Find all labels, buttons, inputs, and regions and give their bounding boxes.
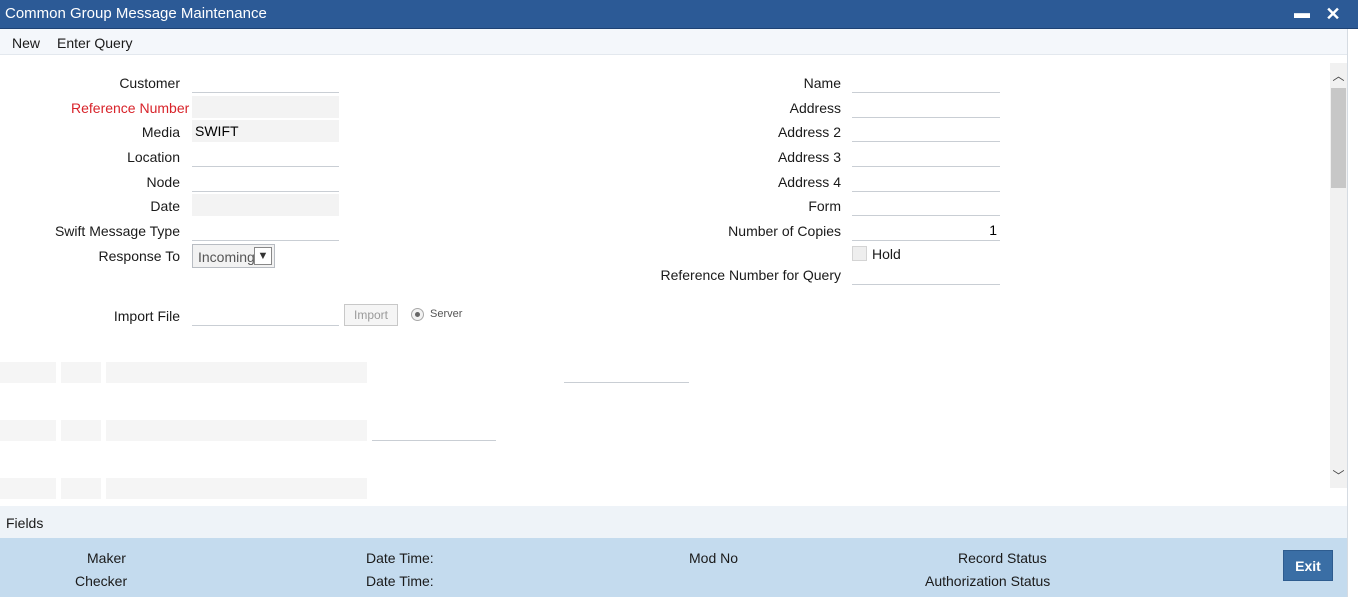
name-label: Name: [803, 75, 841, 91]
address-input[interactable]: [852, 96, 1000, 118]
checker-date-time-label: Date Time:: [366, 573, 434, 589]
placeholder-cell: [106, 420, 367, 441]
chevron-up-icon[interactable]: ︿: [1330, 67, 1347, 85]
address4-input[interactable]: [852, 170, 1000, 192]
address2-input[interactable]: [852, 120, 1000, 142]
address3-label: Address 3: [777, 149, 841, 165]
response-to-value: Incoming: [198, 249, 255, 265]
import-file-input[interactable]: [192, 304, 339, 326]
hold-label: Hold: [872, 246, 901, 262]
server-radio-label: Server: [430, 308, 463, 320]
exit-button[interactable]: Exit: [1283, 550, 1333, 581]
address2-label: Address 2: [777, 124, 841, 140]
reference-number-for-query-input[interactable]: [852, 263, 1000, 285]
placeholder-line: [564, 382, 689, 383]
hold-checkbox[interactable]: [852, 246, 867, 261]
address3-input[interactable]: [852, 145, 1000, 167]
import-button[interactable]: Import: [344, 304, 398, 326]
mod-no-label: Mod No: [689, 550, 739, 566]
checker-label: Checker: [75, 573, 128, 589]
placeholder-cell: [106, 362, 367, 383]
fields-bar: Fields: [0, 506, 1347, 538]
window-edge: [1347, 29, 1358, 597]
import-file-label: Import File: [113, 308, 180, 324]
number-of-copies-label: Number of Copies: [728, 223, 841, 239]
form-label: Form: [808, 198, 841, 214]
close-icon[interactable]: ✕: [1323, 4, 1343, 24]
placeholder-cell: [0, 478, 56, 499]
address4-label: Address 4: [777, 174, 841, 190]
number-of-copies-input[interactable]: [852, 219, 1000, 241]
scrollbar-thumb[interactable]: [1331, 88, 1346, 188]
window-title: Common Group Message Maintenance: [5, 5, 267, 22]
placeholder-line: [372, 440, 496, 441]
enter-query-menu-item[interactable]: Enter Query: [57, 35, 132, 51]
new-menu-item[interactable]: New: [12, 35, 40, 51]
chevron-down-icon[interactable]: ▼: [254, 247, 272, 265]
placeholder-cell: [106, 478, 367, 499]
placeholder-cell: [0, 362, 56, 383]
placeholder-cell: [61, 478, 101, 499]
authorization-status-label: Authorization Status: [925, 573, 1051, 589]
audit-footer: Maker Checker Date Time: Date Time: Mod …: [0, 538, 1347, 597]
menu-bar: New Enter Query: [0, 29, 1347, 55]
maker-date-time-label: Date Time:: [366, 550, 434, 566]
fields-link[interactable]: Fields: [6, 515, 43, 531]
chevron-down-icon[interactable]: ﹀: [1330, 467, 1347, 485]
form-input[interactable]: [852, 194, 1000, 216]
vertical-scrollbar[interactable]: ︿ ﹀: [1330, 63, 1347, 488]
maker-label: Maker: [87, 550, 126, 566]
placeholder-cell: [61, 420, 101, 441]
name-input[interactable]: [852, 71, 1000, 93]
reference-number-for-query-label: Reference Number for Query: [660, 267, 841, 283]
address-label: Address: [789, 100, 841, 116]
record-status-label: Record Status: [958, 550, 1047, 566]
response-to-label: Response To: [98, 248, 180, 264]
minus-icon[interactable]: ▬: [1292, 4, 1312, 24]
server-radio[interactable]: [411, 308, 424, 321]
title-bar: Common Group Message Maintenance ▬ ✕: [0, 0, 1358, 29]
placeholder-cell: [61, 362, 101, 383]
response-to-select[interactable]: Incoming ▼: [192, 244, 275, 268]
placeholder-cell: [0, 420, 56, 441]
